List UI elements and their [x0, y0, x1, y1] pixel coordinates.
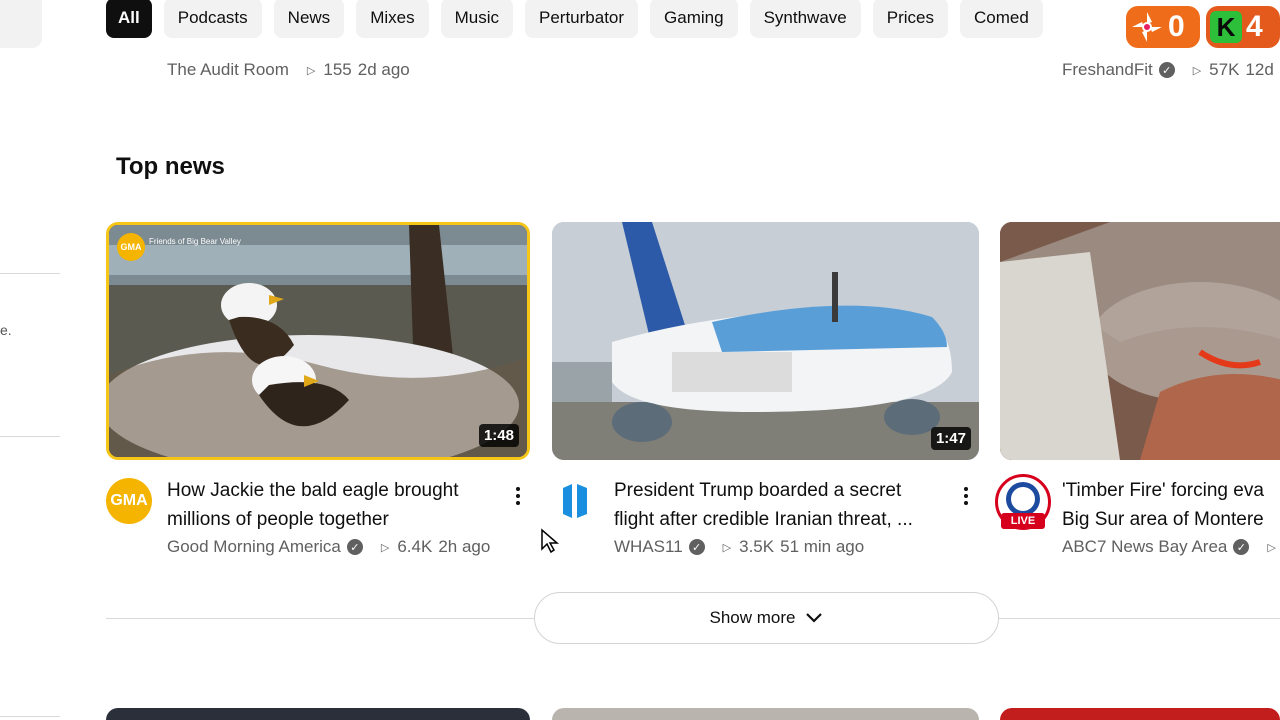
- sidebar-active-item[interactable]: [0, 0, 42, 48]
- video-title-line: 'Timber Fire' forcing eva: [1062, 480, 1264, 501]
- video-thumbnail[interactable]: [106, 708, 530, 720]
- view-count: 3.5K: [739, 537, 775, 556]
- video-meta: FreshandFit ✓ ▷ 57K 12d: [1062, 60, 1274, 80]
- page-root: e. All Podcasts News Mixes Music Perturb…: [0, 0, 1280, 720]
- video-thumbnail[interactable]: [552, 708, 979, 720]
- eagle-nest-image: [109, 225, 527, 457]
- video-thumbnail[interactable]: 1:47: [552, 222, 979, 460]
- channel-name[interactable]: ABC7 News Bay Area: [1062, 537, 1227, 557]
- video-meta: ABC7 News Bay Area ✓ ▷: [1062, 537, 1280, 557]
- chip-news[interactable]: News: [273, 0, 345, 38]
- channel-avatar[interactable]: [560, 482, 590, 520]
- extension-badge-1[interactable]: 0: [1126, 6, 1200, 48]
- sidebar-divider: [0, 716, 60, 717]
- pinwheel-icon: [1130, 10, 1164, 44]
- chip-comedy[interactable]: Comed: [959, 0, 1043, 38]
- more-options-icon[interactable]: [962, 484, 970, 510]
- upload-age: 51 min ago: [780, 537, 865, 556]
- video-duration: 1:47: [930, 427, 971, 450]
- play-icon: ▷: [306, 64, 316, 77]
- video-title[interactable]: 'Timber Fire' forcing eva Big Sur area o…: [1062, 476, 1280, 534]
- chip-podcasts[interactable]: Podcasts: [163, 0, 262, 38]
- chip-synthwave[interactable]: Synthwave: [749, 0, 861, 38]
- video-meta: WHAS11 ✓ ▷ 3.5K 51 min ago: [614, 537, 864, 557]
- channel-avatar[interactable]: GMA: [106, 478, 152, 524]
- section-title: Top news: [116, 153, 225, 180]
- video-thumbnail[interactable]: [1000, 222, 1280, 460]
- channel-name[interactable]: FreshandFit: [1062, 60, 1153, 80]
- channel-avatar[interactable]: LIVE: [995, 474, 1051, 530]
- chip-prices[interactable]: Prices: [872, 0, 948, 38]
- verified-icon: ✓: [1158, 62, 1175, 78]
- air-force-one-image: [552, 222, 979, 460]
- more-options-icon[interactable]: [514, 484, 522, 510]
- chip-gaming[interactable]: Gaming: [650, 0, 738, 38]
- play-icon: ▷: [1192, 64, 1202, 77]
- show-more-button[interactable]: Show more: [534, 592, 999, 644]
- k-logo-icon: K: [1210, 11, 1242, 43]
- overlay-caption: Friends of Big Bear Valley: [149, 237, 241, 246]
- extension-badge-2[interactable]: K 4: [1206, 6, 1280, 48]
- show-more-label: Show more: [709, 608, 796, 627]
- video-title-line: President Trump boarded a secret: [614, 480, 902, 501]
- section-divider: [106, 618, 534, 619]
- filter-chips-bar: All Podcasts News Mixes Music Perturbato…: [106, 0, 1043, 38]
- section-divider: [999, 618, 1280, 619]
- chevron-down-icon: [806, 613, 823, 623]
- video-meta: The Audit Room ▷ 155 2d ago: [167, 60, 410, 80]
- channel-name[interactable]: Good Morning America: [167, 537, 341, 557]
- video-title-line: How Jackie the bald eagle brought: [167, 480, 459, 501]
- badge-counter: 0: [1168, 10, 1185, 43]
- video-meta: Good Morning America ✓ ▷ 6.4K 2h ago: [167, 537, 490, 557]
- sidebar-divider: [0, 436, 60, 437]
- play-icon: ▷: [722, 541, 732, 554]
- channel-name[interactable]: The Audit Room: [167, 60, 289, 80]
- view-count: 155: [323, 60, 352, 79]
- sidebar-divider: [0, 273, 60, 274]
- video-duration: 1:48: [478, 424, 519, 447]
- video-title[interactable]: How Jackie the bald eagle brought millio…: [167, 476, 497, 534]
- view-count: 57K: [1209, 60, 1240, 79]
- verified-icon: ✓: [1233, 539, 1250, 555]
- upload-age: 2d ago: [357, 60, 410, 79]
- video-title-line: millions of people together: [167, 509, 389, 530]
- sidebar-text-fragment: e.: [0, 322, 12, 338]
- whas11-logo-icon: [563, 484, 587, 518]
- verified-icon: ✓: [688, 539, 705, 555]
- chip-all[interactable]: All: [106, 0, 152, 38]
- video-thumbnail[interactable]: [1000, 708, 1280, 720]
- badge-counter: 4: [1246, 10, 1263, 43]
- mouse-cursor-icon: [541, 528, 560, 554]
- view-count: 6.4K: [397, 537, 433, 556]
- upload-age: 12d: [1245, 60, 1274, 79]
- channel-name[interactable]: WHAS11: [614, 537, 683, 557]
- video-title-line: flight after credible Iranian threat, ..…: [614, 509, 913, 530]
- chip-perturbator[interactable]: Perturbator: [525, 0, 639, 38]
- upload-age: 2h ago: [438, 537, 491, 556]
- gma-watermark: GMA: [117, 233, 145, 261]
- play-icon: ▷: [1267, 541, 1276, 554]
- verified-icon: ✓: [346, 539, 363, 555]
- chip-mixes[interactable]: Mixes: [356, 0, 429, 38]
- chip-music[interactable]: Music: [440, 0, 513, 38]
- video-title-line: Big Sur area of Montere: [1062, 509, 1264, 530]
- live-badge: LIVE: [1001, 513, 1045, 529]
- video-thumbnail[interactable]: GMA Friends of Big Bear Valley 1:48: [106, 222, 530, 460]
- play-icon: ▷: [380, 541, 390, 554]
- video-title[interactable]: President Trump boarded a secret flight …: [614, 476, 954, 534]
- wildfire-image: [1000, 222, 1280, 460]
